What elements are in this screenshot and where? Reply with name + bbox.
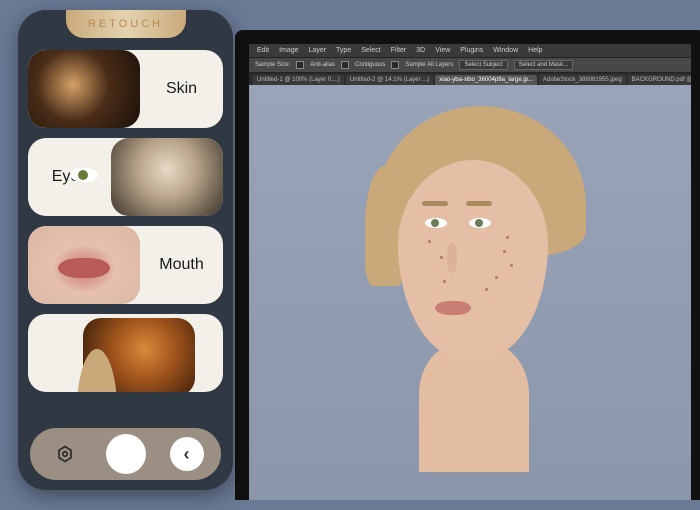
menu-bar: Edit Image Layer Type Select Filter 3D V… [249,44,691,57]
menu-filter[interactable]: Filter [391,47,407,54]
tab-doc-1[interactable]: Untitled-1 @ 100% (Layer 0,...) [253,75,344,85]
phone-frame: RETOUCH Skin Eyes Mouth Hair ‹ [18,10,233,490]
select-subject-button[interactable]: Select Subject [459,60,507,70]
settings-icon [56,445,74,463]
menu-plugins[interactable]: Plugins [460,47,483,54]
canvas[interactable] [249,85,691,500]
anti-alias-checkbox[interactable] [296,61,304,69]
chevron-left-icon: ‹ [184,444,190,465]
tab-doc-4[interactable]: AdobeStock_388081955.jpeg [539,75,626,85]
tool-skin[interactable]: Skin [28,50,223,128]
menu-window[interactable]: Window [493,47,518,54]
contiguous-label: Contiguous [355,62,385,68]
settings-button[interactable] [48,437,82,471]
shutter-button[interactable] [106,434,146,474]
menu-image[interactable]: Image [279,47,298,54]
menu-view[interactable]: View [435,47,450,54]
phone-header: RETOUCH [66,10,186,38]
options-bar: Sample Size: Anti-alias Contiguous Sampl… [249,57,691,73]
contiguous-checkbox[interactable] [341,61,349,69]
tab-doc-3[interactable]: xiao-yba-xibo_36004p9a_large.jp... [435,75,537,85]
sample-all-checkbox[interactable] [391,61,399,69]
sample-size-label: Sample Size: [255,62,290,68]
menu-layer[interactable]: Layer [309,47,327,54]
tool-label: Skin [140,80,223,98]
tool-mouth[interactable]: Mouth [28,226,223,304]
tool-label: Mouth [140,256,223,274]
eyes-thumbnail [111,138,223,216]
tool-eyes[interactable]: Eyes [28,138,223,216]
menu-3d[interactable]: 3D [416,47,425,54]
retouch-tool-list: Skin Eyes Mouth Hair [28,50,223,420]
hair-thumbnail [83,318,195,392]
tab-doc-2[interactable]: Untitled-2 @ 14.1% (Layer ...) [346,75,433,85]
desktop-monitor: Edit Image Layer Type Select Filter 3D V… [235,30,700,500]
tool-label: Eyes [28,168,111,186]
anti-alias-label: Anti-alias [310,62,335,68]
sample-all-label: Sample All Layers [405,62,453,68]
mouth-thumbnail [28,226,140,304]
phone-dock: ‹ [30,428,221,480]
back-button[interactable]: ‹ [170,437,204,471]
photoshop-window: Edit Image Layer Type Select Filter 3D V… [249,44,691,500]
menu-type[interactable]: Type [336,47,351,54]
document-tabs: Untitled-1 @ 100% (Layer 0,...) Untitled… [249,73,691,85]
menu-edit[interactable]: Edit [257,47,269,54]
portrait-image [289,85,599,500]
menu-select[interactable]: Select [361,47,380,54]
tab-doc-5[interactable]: BACKGROUND.pdf @ 100% [628,75,691,85]
skin-thumbnail [28,50,140,128]
select-mask-button[interactable]: Select and Mask... [514,60,573,70]
menu-help[interactable]: Help [528,47,542,54]
tool-hair[interactable]: Hair [28,314,223,392]
app-title: RETOUCH [88,18,163,30]
